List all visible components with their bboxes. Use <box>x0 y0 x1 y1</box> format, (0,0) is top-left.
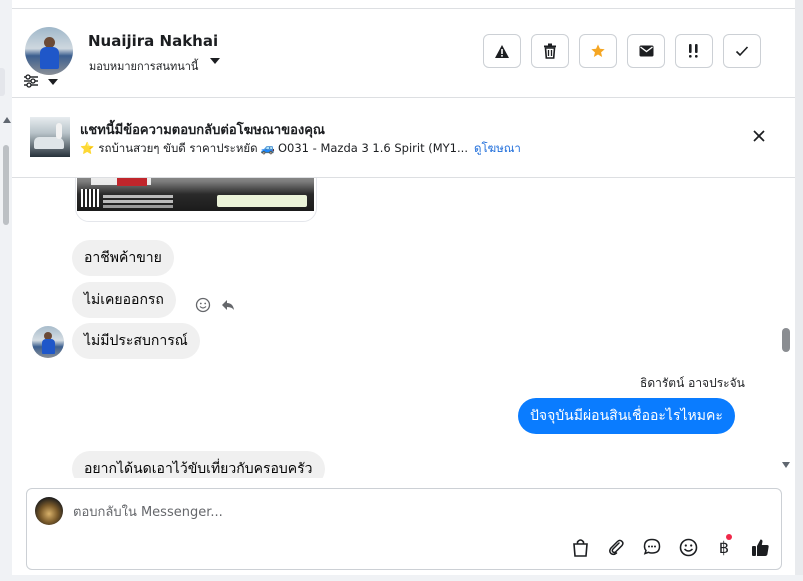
warning-icon <box>495 44 509 58</box>
car-emoji-icon: 🚙 <box>260 141 275 155</box>
chat-scroll-down-arrow[interactable] <box>782 462 790 468</box>
incoming-message[interactable]: ไม่มีประสบการณ์ <box>72 323 200 359</box>
shop-button[interactable] <box>569 536 591 558</box>
close-icon[interactable] <box>750 127 768 145</box>
saved-replies-button[interactable] <box>641 536 663 558</box>
filter-chevron-down-icon[interactable] <box>48 79 58 85</box>
envelope-icon <box>639 45 653 57</box>
filter-sliders-icon[interactable] <box>23 74 39 88</box>
incoming-message[interactable]: อยากได้นดเอาไว้ขับเที่ยวกับครอบครัว <box>72 451 325 478</box>
payment-button[interactable]: ฿ <box>713 534 735 558</box>
left-panel-tab[interactable] <box>0 68 5 96</box>
avatar-body <box>42 339 55 354</box>
shopping-bag-icon <box>572 538 588 557</box>
attach-button[interactable] <box>605 536 627 558</box>
ad-banner-title: แชทนี้มีข้อความตอบกลับต่อโฆษณาของคุณ <box>80 123 325 138</box>
checkmark-icon <box>735 46 749 57</box>
chevron-down-icon[interactable] <box>210 58 220 64</box>
trash-icon <box>544 43 556 59</box>
chat-bubble-icon <box>643 538 661 555</box>
emoji-button[interactable] <box>677 536 699 558</box>
follow-up-button[interactable] <box>675 34 713 68</box>
chat-scrollbar-thumb[interactable] <box>782 328 790 352</box>
image-qr-code <box>81 189 99 207</box>
reply-composer: ฿ <box>26 488 782 570</box>
outgoing-message[interactable]: ปัจจุบันมีผ่อนสินเชื่ออะไรไหมคะ <box>518 398 735 434</box>
notification-dot <box>726 534 732 540</box>
reply-arrow-icon[interactable] <box>220 297 236 313</box>
thumbs-up-icon <box>751 539 769 556</box>
incoming-message[interactable]: ไม่เคยออกรถ <box>72 282 176 318</box>
message-thread: อาชีพค้าขาย ไม่เคยออกรถ ไม่มีประสบการณ์ … <box>12 178 795 478</box>
contact-name[interactable]: Nuaijira Nakhai <box>88 32 218 50</box>
ad-banner-subtitle: ⭐ รถบ้านสวยๆ ขับดี ราคาประหยัด 🚙 O031 - Maz… <box>80 140 521 158</box>
contact-avatar[interactable] <box>25 27 73 75</box>
ad-subtitle-part-a: รถบ้านสวยๆ ขับดี ราคาประหยัด <box>98 141 258 155</box>
left-panel-strip <box>0 0 12 581</box>
assign-conversation-label[interactable]: มอบหมายการสนทนานี้ <box>89 57 198 75</box>
incoming-message[interactable]: อาชีพค้าขาย <box>72 240 174 276</box>
mark-unread-button[interactable] <box>627 34 665 68</box>
ad-subtitle-part-b: O031 - Mazda 3 1.6 Spirit (MY1... <box>277 141 468 155</box>
sender-name: ธิดารัตน์ อาจประจัน <box>640 376 745 390</box>
view-ad-link[interactable]: ดูโฆษณา <box>474 141 521 155</box>
ad-thumb-person <box>56 123 62 139</box>
exclamation-icon <box>689 44 698 58</box>
star-button[interactable] <box>579 34 617 68</box>
delete-button[interactable] <box>531 34 569 68</box>
baht-icon: ฿ <box>718 537 730 557</box>
spam-button[interactable] <box>483 34 521 68</box>
ad-reply-banner: แชทนี้มีข้อความตอบกลับต่อโฆษณาของคุณ ⭐ รถ… <box>12 97 795 178</box>
image-attachment-message[interactable] <box>75 178 317 222</box>
ad-thumbnail[interactable] <box>30 117 70 157</box>
image-text-lines <box>103 195 173 198</box>
image-dealer-logo <box>217 195 307 207</box>
page-avatar <box>35 497 63 525</box>
contact-message-avatar[interactable] <box>32 326 64 358</box>
mark-done-button[interactable] <box>723 34 761 68</box>
reply-input[interactable] <box>73 501 473 523</box>
right-panel-strip <box>795 0 803 581</box>
star-icon <box>591 44 605 57</box>
emoji-reaction-icon[interactable] <box>195 297 211 313</box>
ad-image-preview <box>77 178 314 211</box>
emoji-icon <box>679 538 697 556</box>
bottom-edge <box>0 575 803 581</box>
image-red-tag <box>117 178 147 186</box>
like-button[interactable] <box>749 536 771 558</box>
left-scroll-up-arrow[interactable] <box>3 117 11 123</box>
conversation-header: Nuaijira Nakhai มอบหมายการสนทนานี้ <box>12 9 795 98</box>
paperclip-icon <box>609 539 624 556</box>
left-scrollbar-thumb[interactable] <box>3 145 9 225</box>
star-emoji-icon: ⭐ <box>80 141 95 155</box>
avatar-body <box>40 47 59 69</box>
